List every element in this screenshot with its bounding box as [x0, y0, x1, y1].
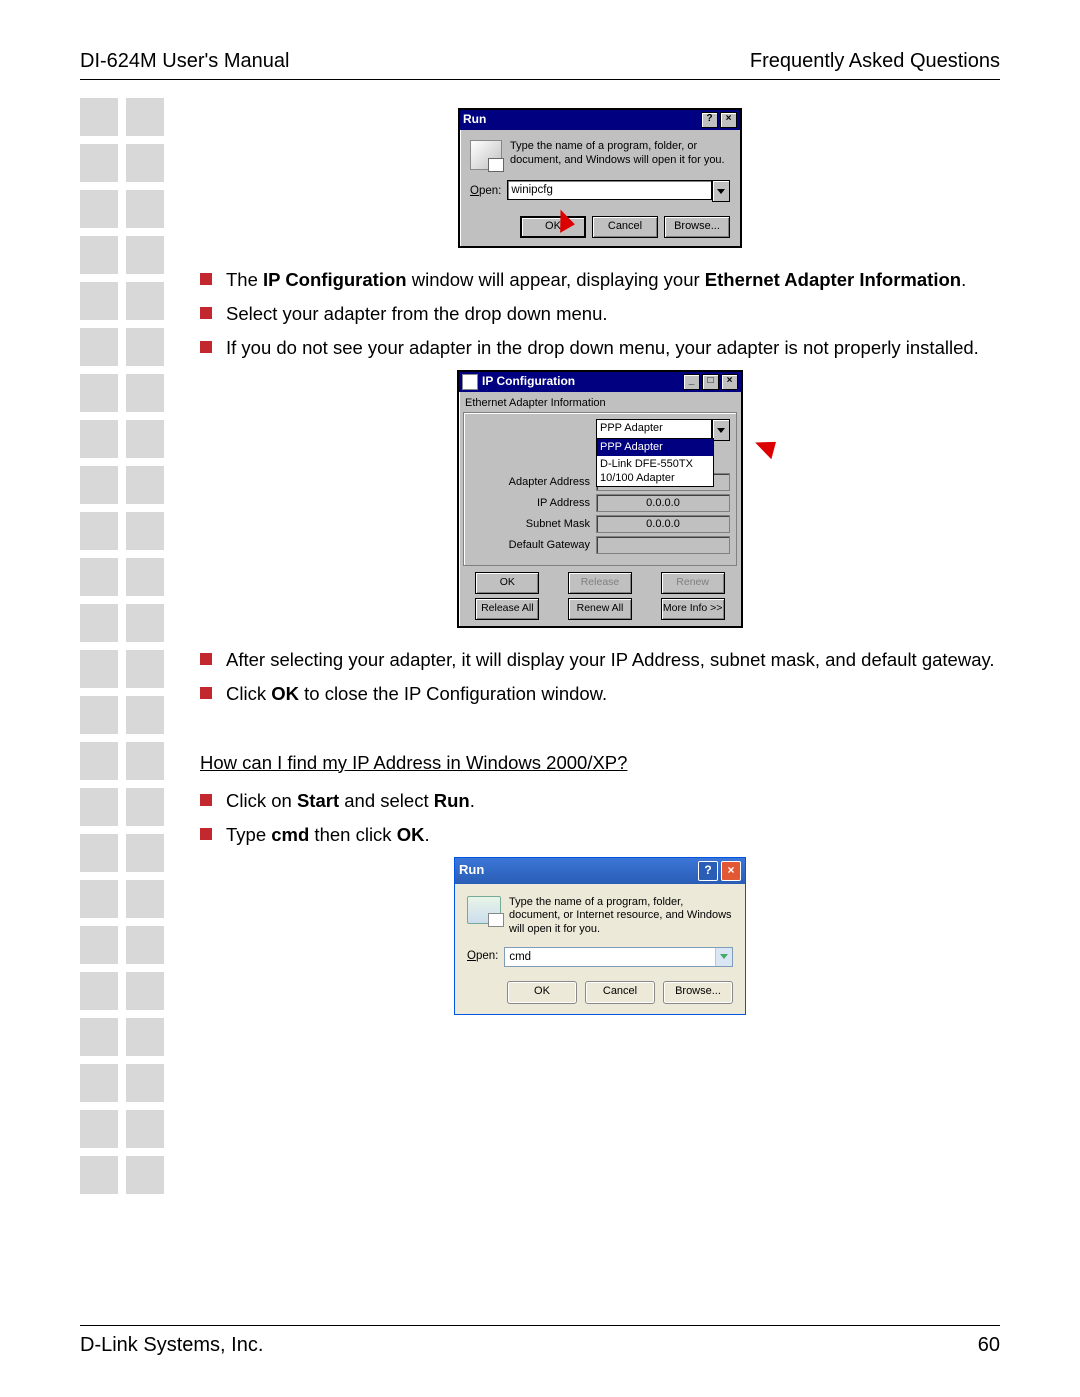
- bullet-list-3: Click on Start and select Run. Type cmd …: [200, 789, 1000, 847]
- chevron-down-icon[interactable]: [715, 948, 732, 966]
- ipcfg-group-label: Ethernet Adapter Information: [465, 396, 741, 410]
- close-icon[interactable]: ×: [721, 861, 741, 881]
- release-button[interactable]: Release: [568, 572, 632, 594]
- default-gateway-label: Default Gateway: [470, 538, 596, 552]
- minimize-icon[interactable]: _: [683, 374, 700, 390]
- run-dialog-win98: Run ? × Type the name of a program, fold…: [458, 108, 742, 248]
- header-rule: [80, 79, 1000, 80]
- subnet-mask-label: Subnet Mask: [470, 517, 596, 531]
- browse-button[interactable]: Browse...: [664, 216, 730, 238]
- adapter-address-label: Adapter Address: [470, 475, 596, 489]
- run98-desc: Type the name of a program, folder, or d…: [510, 140, 730, 170]
- run-icon: [467, 896, 501, 924]
- ip-address-label: IP Address: [470, 496, 596, 510]
- release-all-button[interactable]: Release All: [475, 598, 539, 620]
- open-input[interactable]: [505, 948, 715, 966]
- page-number: 60: [978, 1334, 1000, 1357]
- footer-left: D-Link Systems, Inc.: [80, 1334, 263, 1357]
- run98-title: Run: [463, 112, 699, 128]
- run-icon: [470, 140, 502, 170]
- help-icon[interactable]: ?: [698, 861, 718, 881]
- cancel-button[interactable]: Cancel: [585, 981, 655, 1004]
- open-label: Open:: [470, 184, 501, 199]
- browse-button[interactable]: Browse...: [663, 981, 733, 1004]
- open-label: Open:: [467, 949, 498, 964]
- runxp-desc: Type the name of a program, folder, docu…: [509, 896, 733, 937]
- run-dialog-winxp: Run ? × Type the name of a program, fold…: [454, 857, 746, 1015]
- more-info-button[interactable]: More Info >>: [661, 598, 725, 620]
- ip-config-dialog: IP Configuration _ □ × Ethernet Adapter …: [457, 370, 743, 628]
- header-right: Frequently Asked Questions: [750, 50, 1000, 73]
- header-left: DI-624M User's Manual: [80, 50, 289, 73]
- ipcfg-title: IP Configuration: [482, 374, 681, 390]
- chevron-down-icon[interactable]: [712, 180, 730, 202]
- runxp-title: Run: [459, 862, 695, 879]
- close-icon[interactable]: ×: [720, 112, 737, 128]
- ok-button[interactable]: OK: [507, 981, 577, 1004]
- subnet-mask-value: 0.0.0.0: [596, 515, 730, 533]
- help-icon[interactable]: ?: [701, 112, 718, 128]
- app-icon: [462, 374, 478, 390]
- ok-button[interactable]: OK: [475, 572, 539, 594]
- dropdown-option[interactable]: D-Link DFE-550TX 10/100 Adapter: [597, 456, 713, 487]
- maximize-icon[interactable]: □: [702, 374, 719, 390]
- renew-button[interactable]: Renew: [661, 572, 725, 594]
- close-icon[interactable]: ×: [721, 374, 738, 390]
- bullet-list-2: After selecting your adapter, it will di…: [200, 648, 1000, 706]
- cancel-button[interactable]: Cancel: [592, 216, 658, 238]
- decorative-squares: [80, 98, 170, 1202]
- chevron-down-icon[interactable]: [712, 419, 730, 441]
- open-input[interactable]: [507, 180, 712, 200]
- dropdown-option[interactable]: PPP Adapter: [597, 439, 713, 455]
- default-gateway-value: [596, 536, 730, 554]
- renew-all-button[interactable]: Renew All: [568, 598, 632, 620]
- adapter-dropdown: PPP Adapter D-Link DFE-550TX 10/100 Adap…: [596, 438, 714, 487]
- ip-address-value: 0.0.0.0: [596, 494, 730, 512]
- section-question: How can I find my IP Address in Windows …: [200, 751, 1000, 775]
- bullet-list-1: The IP Configuration window will appear,…: [200, 268, 1000, 360]
